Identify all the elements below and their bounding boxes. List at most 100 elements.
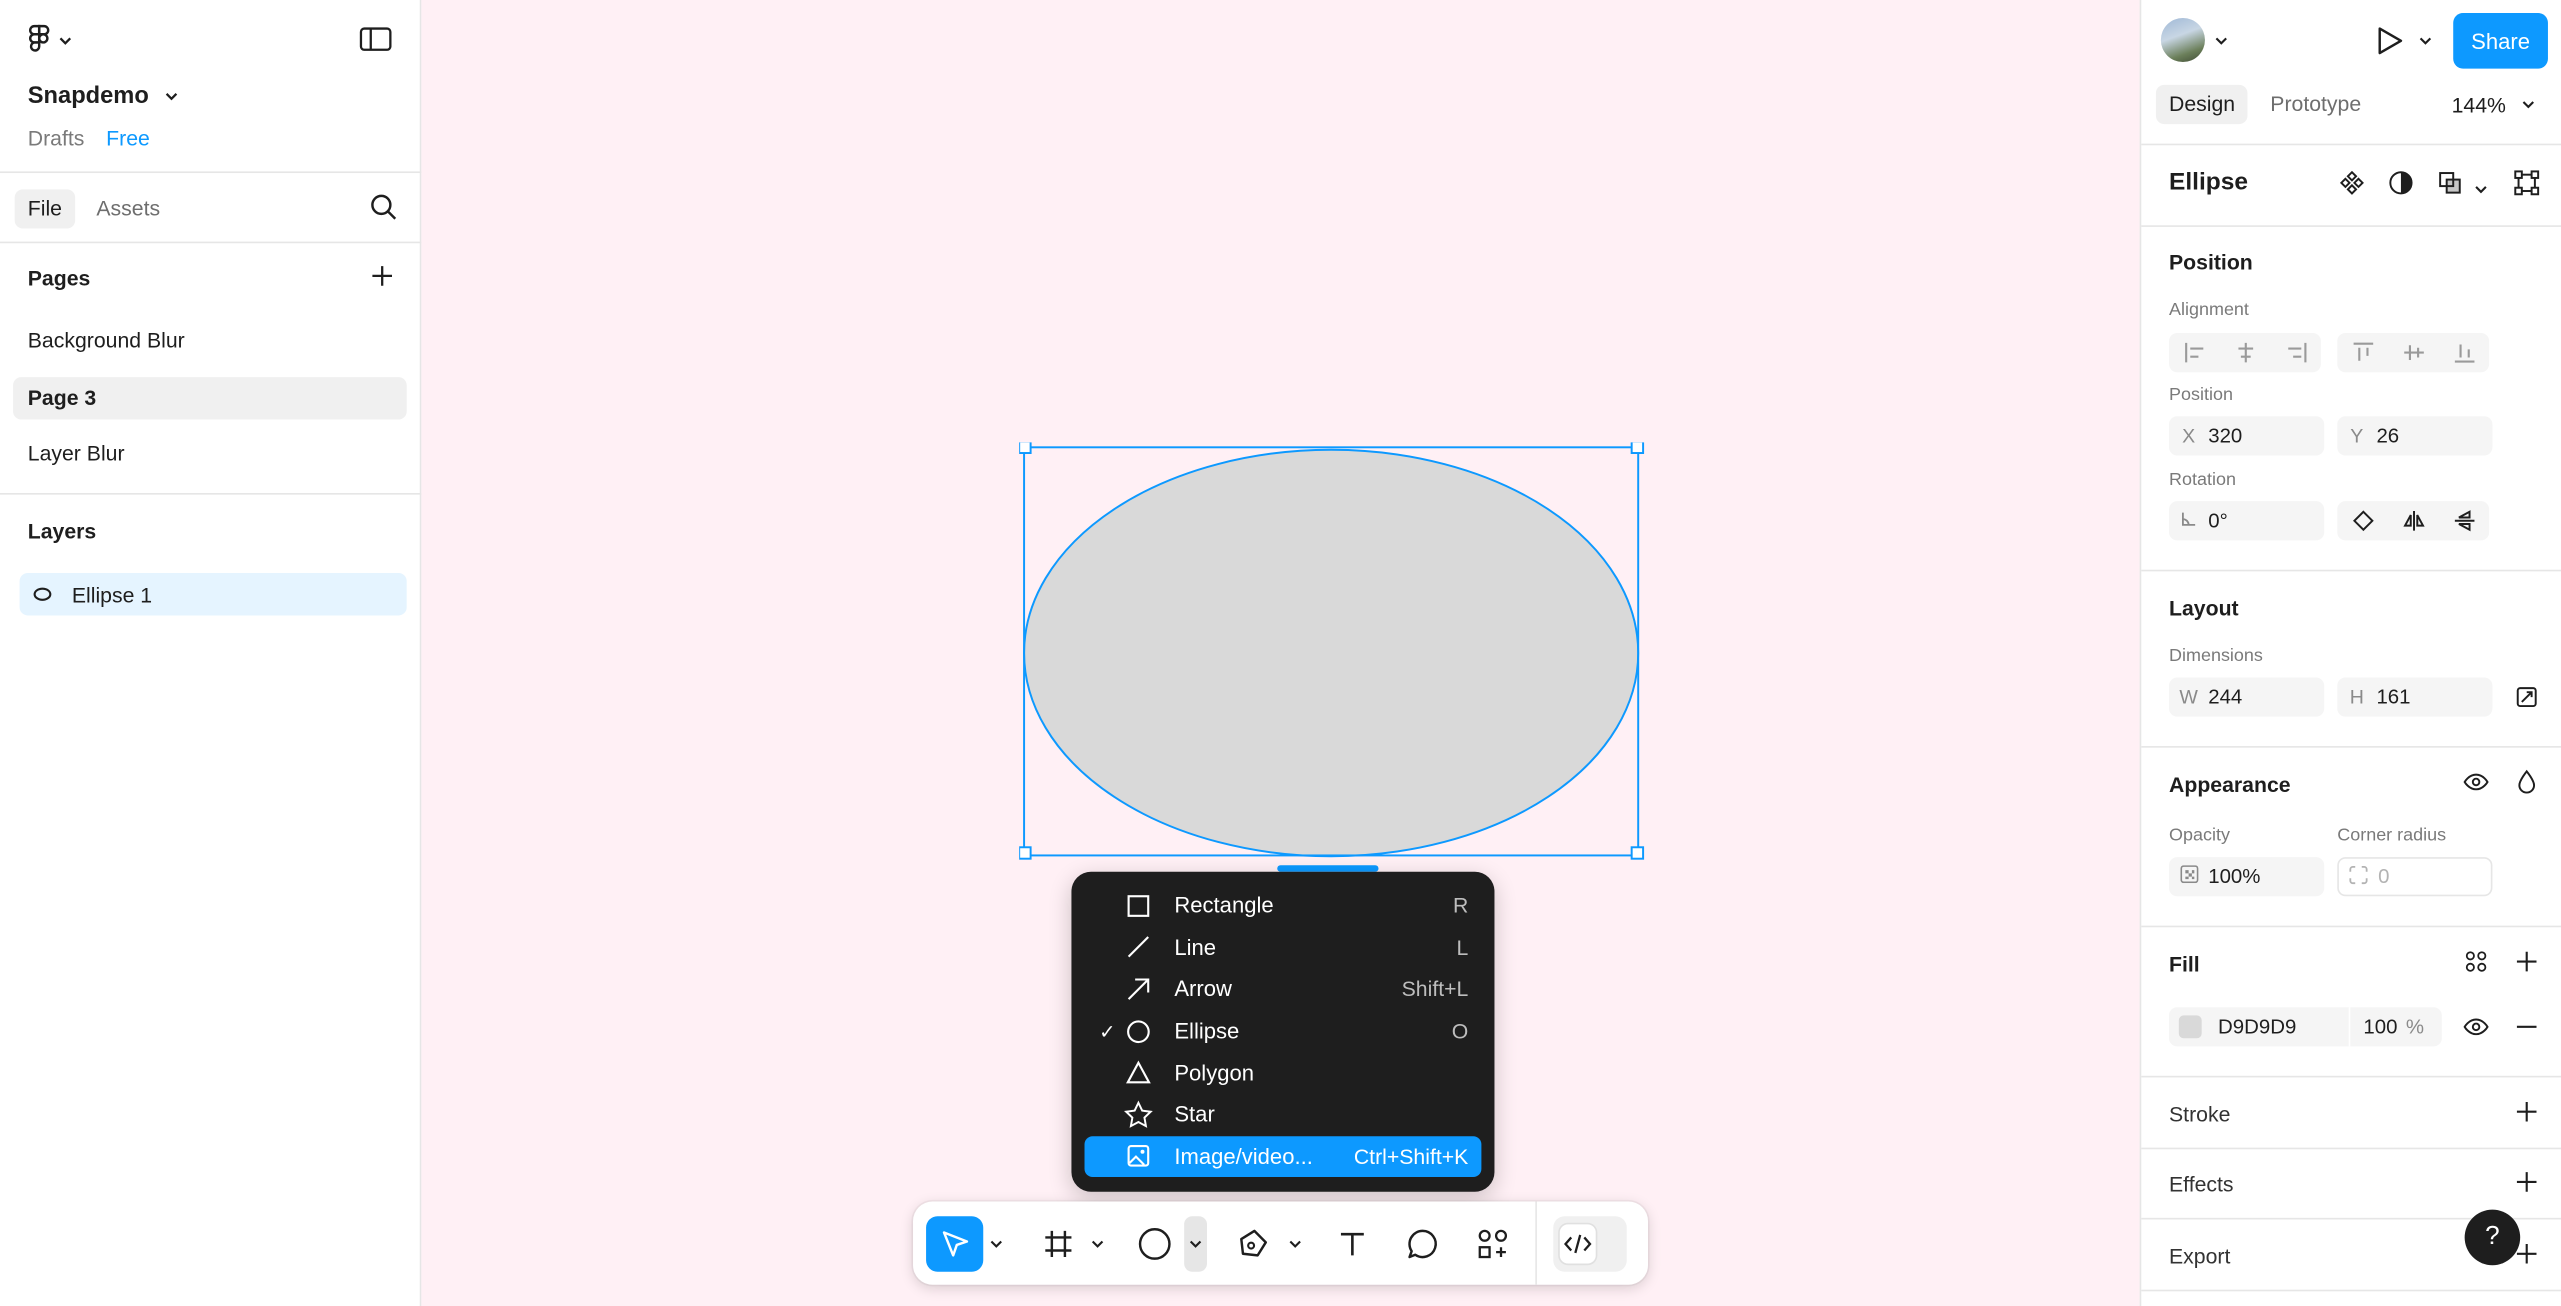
tab-file[interactable]: File bbox=[14, 189, 76, 229]
text-tool-button[interactable] bbox=[1325, 1216, 1381, 1272]
bottom-toolbar bbox=[913, 1201, 1648, 1285]
ellipse-tool-button[interactable] bbox=[1127, 1216, 1183, 1272]
resize-to-fit-icon[interactable] bbox=[2507, 163, 2546, 202]
divider bbox=[0, 493, 422, 495]
corner-radius-field[interactable]: 0 bbox=[2337, 857, 2493, 897]
zoom-dropdown[interactable]: 144% bbox=[2452, 85, 2536, 124]
sidebar-toggle-icon[interactable] bbox=[359, 26, 395, 55]
add-effect-plus-icon[interactable] bbox=[2507, 1162, 2546, 1201]
chevron-down-icon bbox=[59, 37, 72, 45]
actions-tool-button[interactable] bbox=[1465, 1216, 1521, 1272]
tab-assets[interactable]: Assets bbox=[96, 189, 160, 228]
fill-row[interactable]: D9D9D9 100 % bbox=[2169, 1007, 2442, 1047]
align-bottom-icon[interactable] bbox=[2439, 333, 2490, 372]
menu-item-rectangle[interactable]: Rectangle R bbox=[1085, 885, 1482, 927]
ellipse-shape[interactable] bbox=[1019, 442, 1646, 883]
align-left-icon[interactable] bbox=[2169, 333, 2220, 372]
align-center-horizontal-icon[interactable] bbox=[2220, 333, 2271, 372]
opacity-value: 100% bbox=[2208, 865, 2261, 889]
chevron-down-icon bbox=[165, 93, 178, 101]
add-stroke-plus-icon[interactable] bbox=[2507, 1092, 2546, 1131]
align-center-vertical-icon[interactable] bbox=[2388, 333, 2439, 372]
width-value: 244 bbox=[2208, 685, 2243, 709]
menu-item-line[interactable]: Line L bbox=[1085, 927, 1482, 969]
horizontal-alignment-group bbox=[2169, 333, 2321, 373]
styles-grid-icon[interactable] bbox=[2456, 942, 2495, 981]
fill-opacity-value[interactable]: 100 bbox=[2363, 1015, 2405, 1038]
fill-hex-value[interactable]: D9D9D9 bbox=[2218, 1015, 2349, 1038]
y-position-field[interactable]: Y 26 bbox=[2337, 416, 2493, 456]
share-button[interactable]: Share bbox=[2453, 13, 2548, 69]
height-field[interactable]: H 161 bbox=[2337, 677, 2493, 717]
zoom-level: 144% bbox=[2451, 92, 2506, 117]
divider bbox=[0, 241, 422, 244]
text-icon bbox=[1340, 1232, 1364, 1256]
alignment-label: Alignment bbox=[2169, 300, 2249, 320]
layer-item-ellipse-1[interactable]: Ellipse 1 bbox=[19, 573, 407, 616]
align-right-icon[interactable] bbox=[2270, 333, 2321, 372]
menu-item-image-video[interactable]: Image/video... Ctrl+Shift+K bbox=[1084, 1135, 1482, 1178]
menu-item-ellipse[interactable]: ✓ Ellipse O bbox=[1085, 1010, 1482, 1052]
flip-vertical-icon[interactable] bbox=[2439, 501, 2490, 540]
frame-tool-button[interactable] bbox=[1031, 1216, 1087, 1272]
fill-visibility-eye-icon[interactable] bbox=[2456, 1007, 2495, 1046]
drafts-link[interactable]: Drafts bbox=[28, 126, 85, 150]
menu-item-arrow[interactable]: Arrow Shift+L bbox=[1085, 968, 1482, 1010]
ellipse-icon bbox=[1138, 1228, 1171, 1260]
main-menu-button[interactable] bbox=[26, 23, 82, 59]
flip-horizontal-icon[interactable] bbox=[2388, 501, 2439, 540]
stroke-section-title[interactable]: Stroke bbox=[2169, 1102, 2230, 1126]
add-fill-plus-icon[interactable] bbox=[2507, 942, 2546, 981]
add-page-plus-icon[interactable] bbox=[369, 263, 398, 292]
export-section-title[interactable]: Export bbox=[2169, 1244, 2230, 1268]
rotate-90-icon[interactable] bbox=[2337, 501, 2388, 540]
project-name[interactable]: Snapdemo bbox=[28, 83, 178, 109]
component-icon[interactable] bbox=[2332, 163, 2371, 202]
check-icon: ✓ bbox=[1099, 1019, 1116, 1043]
page-item-layer-blur[interactable]: Layer Blur bbox=[13, 433, 407, 475]
dev-mode-toggle[interactable] bbox=[1553, 1216, 1627, 1272]
menu-item-star[interactable]: Star bbox=[1085, 1094, 1482, 1136]
tab-design[interactable]: Design bbox=[2155, 84, 2249, 125]
mask-icon[interactable] bbox=[2381, 163, 2420, 202]
page-item-page-3[interactable]: Page 3 bbox=[13, 377, 407, 420]
pen-icon bbox=[1240, 1229, 1268, 1257]
pages-heading: Pages bbox=[27, 266, 91, 291]
width-field[interactable]: W 244 bbox=[2169, 677, 2325, 717]
frame-tool-caret[interactable] bbox=[1086, 1216, 1109, 1272]
fill-swatch[interactable] bbox=[2178, 1015, 2202, 1039]
rectangle-icon bbox=[1122, 889, 1155, 922]
pen-tool-caret[interactable] bbox=[1284, 1216, 1307, 1272]
effects-section-title[interactable]: Effects bbox=[2169, 1172, 2234, 1196]
help-button[interactable]: ? bbox=[2464, 1209, 2521, 1266]
move-tool-caret[interactable] bbox=[985, 1216, 1008, 1272]
opacity-field[interactable]: 100% bbox=[2169, 857, 2325, 897]
divider bbox=[0, 171, 422, 174]
constrain-proportions-icon[interactable] bbox=[2507, 677, 2546, 716]
vertical-alignment-group bbox=[2337, 333, 2490, 373]
tab-prototype[interactable]: Prototype bbox=[2270, 85, 2361, 124]
user-avatar-menu[interactable] bbox=[2160, 17, 2228, 63]
blend-mode-drop-icon[interactable] bbox=[2507, 762, 2546, 801]
cursor-arrow-icon bbox=[942, 1231, 968, 1257]
move-tool-button[interactable] bbox=[926, 1216, 984, 1272]
pen-tool-button[interactable] bbox=[1225, 1216, 1281, 1272]
align-top-icon[interactable] bbox=[2337, 333, 2388, 372]
code-icon bbox=[1559, 1224, 1596, 1264]
rotation-field[interactable]: 0° bbox=[2169, 501, 2325, 541]
layer-type-title[interactable]: Ellipse bbox=[2169, 168, 2248, 196]
chevron-down-icon[interactable] bbox=[2474, 176, 2487, 200]
x-position-field[interactable]: X 320 bbox=[2169, 416, 2325, 456]
remove-fill-minus-icon[interactable] bbox=[2507, 1007, 2546, 1046]
divider bbox=[2141, 225, 2561, 227]
comment-tool-button[interactable] bbox=[1395, 1216, 1451, 1272]
plan-badge[interactable]: Free bbox=[106, 126, 150, 150]
page-item-background-blur[interactable]: Background Blur bbox=[13, 320, 407, 362]
boolean-icon[interactable] bbox=[2430, 163, 2469, 202]
search-icon[interactable] bbox=[369, 193, 402, 226]
menu-item-polygon[interactable]: Polygon bbox=[1085, 1052, 1482, 1094]
eye-icon[interactable] bbox=[2456, 762, 2495, 801]
divider bbox=[2141, 746, 2561, 748]
shape-tool-caret[interactable] bbox=[1184, 1216, 1208, 1272]
present-button[interactable] bbox=[2375, 24, 2432, 57]
